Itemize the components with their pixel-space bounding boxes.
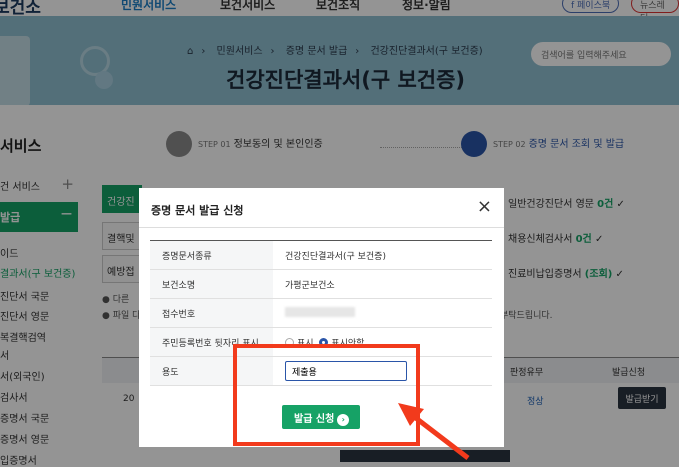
- highlight-arrow-icon: [398, 403, 470, 460]
